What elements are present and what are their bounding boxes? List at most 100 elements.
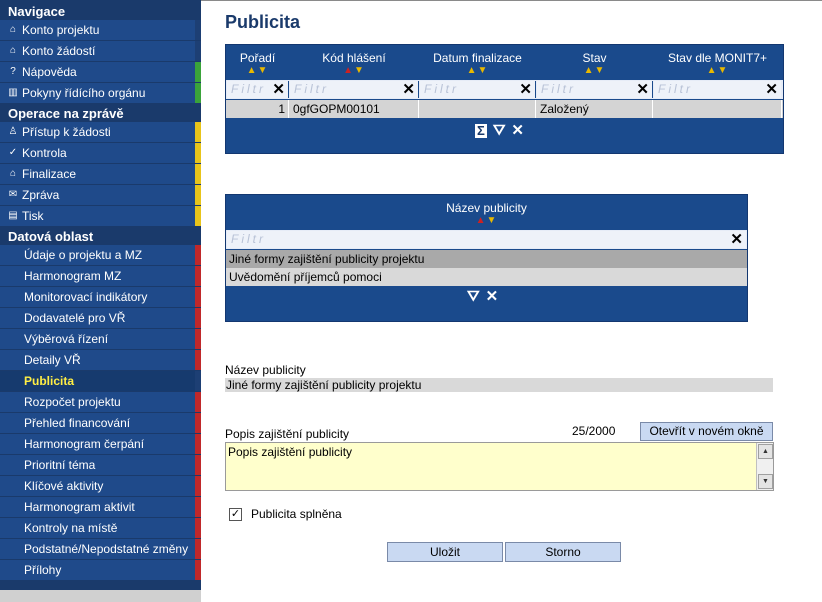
top-border: [201, 0, 822, 1]
clear-icon[interactable]: ✕: [272, 80, 285, 98]
filter-placeholder: Filtr: [231, 232, 266, 246]
clear-icon[interactable]: ✕: [765, 80, 778, 98]
filter-placeholder: Filtr: [541, 82, 576, 96]
sidebar-item[interactable]: Přílohy: [0, 560, 201, 580]
sidebar-item[interactable]: Výběrová řízení: [0, 329, 201, 349]
sort-arrows[interactable]: ▲▼: [536, 65, 653, 76]
sidebar-item[interactable]: Podstatné/Nepodstatné změny: [0, 539, 201, 559]
column-header-nazev[interactable]: Název publicity ▲▼: [226, 201, 747, 226]
sort-arrows[interactable]: ▲▼: [226, 215, 747, 226]
clear-icon[interactable]: ✕: [519, 80, 532, 98]
clear-icon[interactable]: ✕: [636, 80, 649, 98]
open-new-window-button[interactable]: Otevřít v novém okně: [640, 422, 773, 441]
sidebar-item-label: Harmonogram aktivit: [24, 500, 135, 514]
filter-cell[interactable]: Filtr ✕: [227, 81, 289, 98]
sidebar-item-label: Kontroly na místě: [24, 521, 118, 535]
sidebar-item[interactable]: ⌂ Finalizace: [0, 164, 201, 184]
filter-placeholder: Filtr: [424, 82, 459, 96]
list-item[interactable]: Uvědomění příjemců pomoci: [226, 268, 747, 286]
clear-filter-icon[interactable]: ✕: [511, 121, 524, 139]
table-cell: [653, 100, 782, 118]
sidebar-item[interactable]: Přehled financování: [0, 413, 201, 433]
sidebar-icon: ♙: [8, 126, 18, 137]
sidebar-item-label: Konto projektu: [22, 23, 100, 37]
description-textarea[interactable]: Popis zajištění publicity ▲ ▼: [225, 442, 774, 491]
sidebar-item[interactable]: Dodavatelé pro VŘ: [0, 308, 201, 328]
section-navigace-title: Navigace: [8, 4, 66, 19]
scroll-up-icon[interactable]: ▲: [758, 444, 773, 459]
sidebar-item-label: Prioritní téma: [24, 458, 96, 472]
sidebar-item[interactable]: ♙ Přístup k žádosti: [0, 122, 201, 142]
column-header[interactable]: Stav ▲▼: [536, 51, 653, 76]
grid-toolbar: Σ ⛛ ✕: [472, 121, 527, 139]
sidebar-icon: ✓: [8, 147, 18, 158]
sidebar-item[interactable]: Harmonogram čerpání: [0, 434, 201, 454]
filter-cell[interactable]: Filtr ✕: [290, 81, 419, 98]
list-item-label: Uvědomění příjemců pomoci: [229, 270, 382, 284]
sort-arrows[interactable]: ▲▼: [653, 65, 782, 76]
sidebar-item[interactable]: ⌂ Konto žádostí: [0, 41, 201, 61]
sidebar-item-label: Klíčové aktivity: [24, 479, 104, 493]
cancel-button[interactable]: Storno: [505, 542, 621, 562]
filter-icon[interactable]: ⛛: [493, 122, 506, 139]
name-label: Název publicity: [225, 363, 306, 377]
sidebar-item[interactable]: ✓ Kontrola: [0, 143, 201, 163]
sidebar-item[interactable]: ? Nápověda: [0, 62, 201, 82]
sidebar-item[interactable]: ✉ Zpráva: [0, 185, 201, 205]
sidebar-item-label: Publicita: [24, 374, 75, 388]
sidebar-item[interactable]: Rozpočet projektu: [0, 392, 201, 412]
sort-arrows[interactable]: ▲▼: [226, 65, 289, 76]
sidebar-item-label: Přehled financování: [24, 416, 131, 430]
clear-filter-icon[interactable]: ✕: [486, 287, 499, 305]
list-item[interactable]: Jiné formy zajištění publicity projektu: [226, 250, 747, 268]
section-datova-title: Datová oblast: [8, 229, 94, 244]
table-row[interactable]: 1 0gfGOPM00101 Založený: [226, 100, 783, 118]
sum-icon[interactable]: Σ: [475, 124, 487, 138]
filter-cell[interactable]: Filtr ✕: [227, 231, 746, 248]
sidebar-item[interactable]: Detaily VŘ: [0, 350, 201, 370]
list-item-label: Jiné formy zajištění publicity projektu: [229, 252, 425, 266]
sidebar-item[interactable]: ⌂ Konto projektu: [0, 20, 201, 40]
filter-cell[interactable]: Filtr ✕: [654, 81, 781, 98]
description-label: Popis zajištění publicity: [225, 427, 350, 441]
sort-arrows[interactable]: ▲▼: [419, 65, 536, 76]
scroll-down-icon[interactable]: ▼: [758, 474, 773, 489]
sidebar-item[interactable]: Monitorovací indikátory: [0, 287, 201, 307]
filter-cell[interactable]: Filtr ✕: [537, 81, 653, 98]
sidebar-footer: [0, 590, 201, 602]
filter-cell[interactable]: Filtr ✕: [420, 81, 536, 98]
textarea-scrollbar[interactable]: ▲ ▼: [756, 443, 773, 490]
sidebar-item-label: Zpráva: [22, 188, 60, 202]
column-label: Název publicity: [446, 201, 527, 215]
sidebar-item[interactable]: ▥ Pokyny řídícího orgánu: [0, 83, 201, 103]
filter-row: Filtr ✕ Filtr ✕ Filtr ✕ Filtr ✕ Filtr ✕: [226, 80, 783, 99]
column-label: Stav dle MONIT7+: [667, 51, 768, 65]
sidebar-item[interactable]: Harmonogram MZ: [0, 266, 201, 286]
save-button[interactable]: Uložit: [387, 542, 503, 562]
sidebar-item[interactable]: Prioritní téma: [0, 455, 201, 475]
column-header[interactable]: Kód hlášení ▲▼: [289, 51, 419, 76]
sidebar-item[interactable]: Údaje o projektu a MZ: [0, 245, 201, 265]
sidebar-item[interactable]: Publicita: [0, 371, 201, 391]
column-header[interactable]: Stav dle MONIT7+ ▲▼: [653, 51, 782, 76]
sidebar-icon: ▥: [8, 87, 18, 98]
sidebar-item-label: Tisk: [22, 209, 44, 223]
sidebar-item[interactable]: Harmonogram aktivit: [0, 497, 201, 517]
clear-icon[interactable]: ✕: [730, 230, 743, 248]
sort-arrows[interactable]: ▲▼: [289, 65, 419, 76]
publicity-done-checkbox[interactable]: ✓: [229, 508, 242, 521]
column-header[interactable]: Pořadí ▲▼: [226, 51, 289, 76]
column-header[interactable]: Datum finalizace ▲▼: [419, 51, 536, 76]
filter-icon[interactable]: ⛛: [467, 288, 480, 305]
filter-placeholder: Filtr: [658, 82, 693, 96]
sidebar-item[interactable]: Klíčové aktivity: [0, 476, 201, 496]
sidebar-item-label: Nápověda: [22, 65, 77, 79]
sidebar-item-label: Přílohy: [24, 563, 62, 577]
clear-icon[interactable]: ✕: [402, 80, 415, 98]
sidebar-item-label: Podstatné/Nepodstatné změny: [24, 542, 189, 556]
sidebar-icon: ⌂: [9, 168, 17, 179]
filter-placeholder: Filtr: [294, 82, 329, 96]
sidebar-item-label: Rozpočet projektu: [24, 395, 121, 409]
sidebar-item[interactable]: ▤ Tisk: [0, 206, 201, 226]
sidebar-item[interactable]: Kontroly na místě: [0, 518, 201, 538]
